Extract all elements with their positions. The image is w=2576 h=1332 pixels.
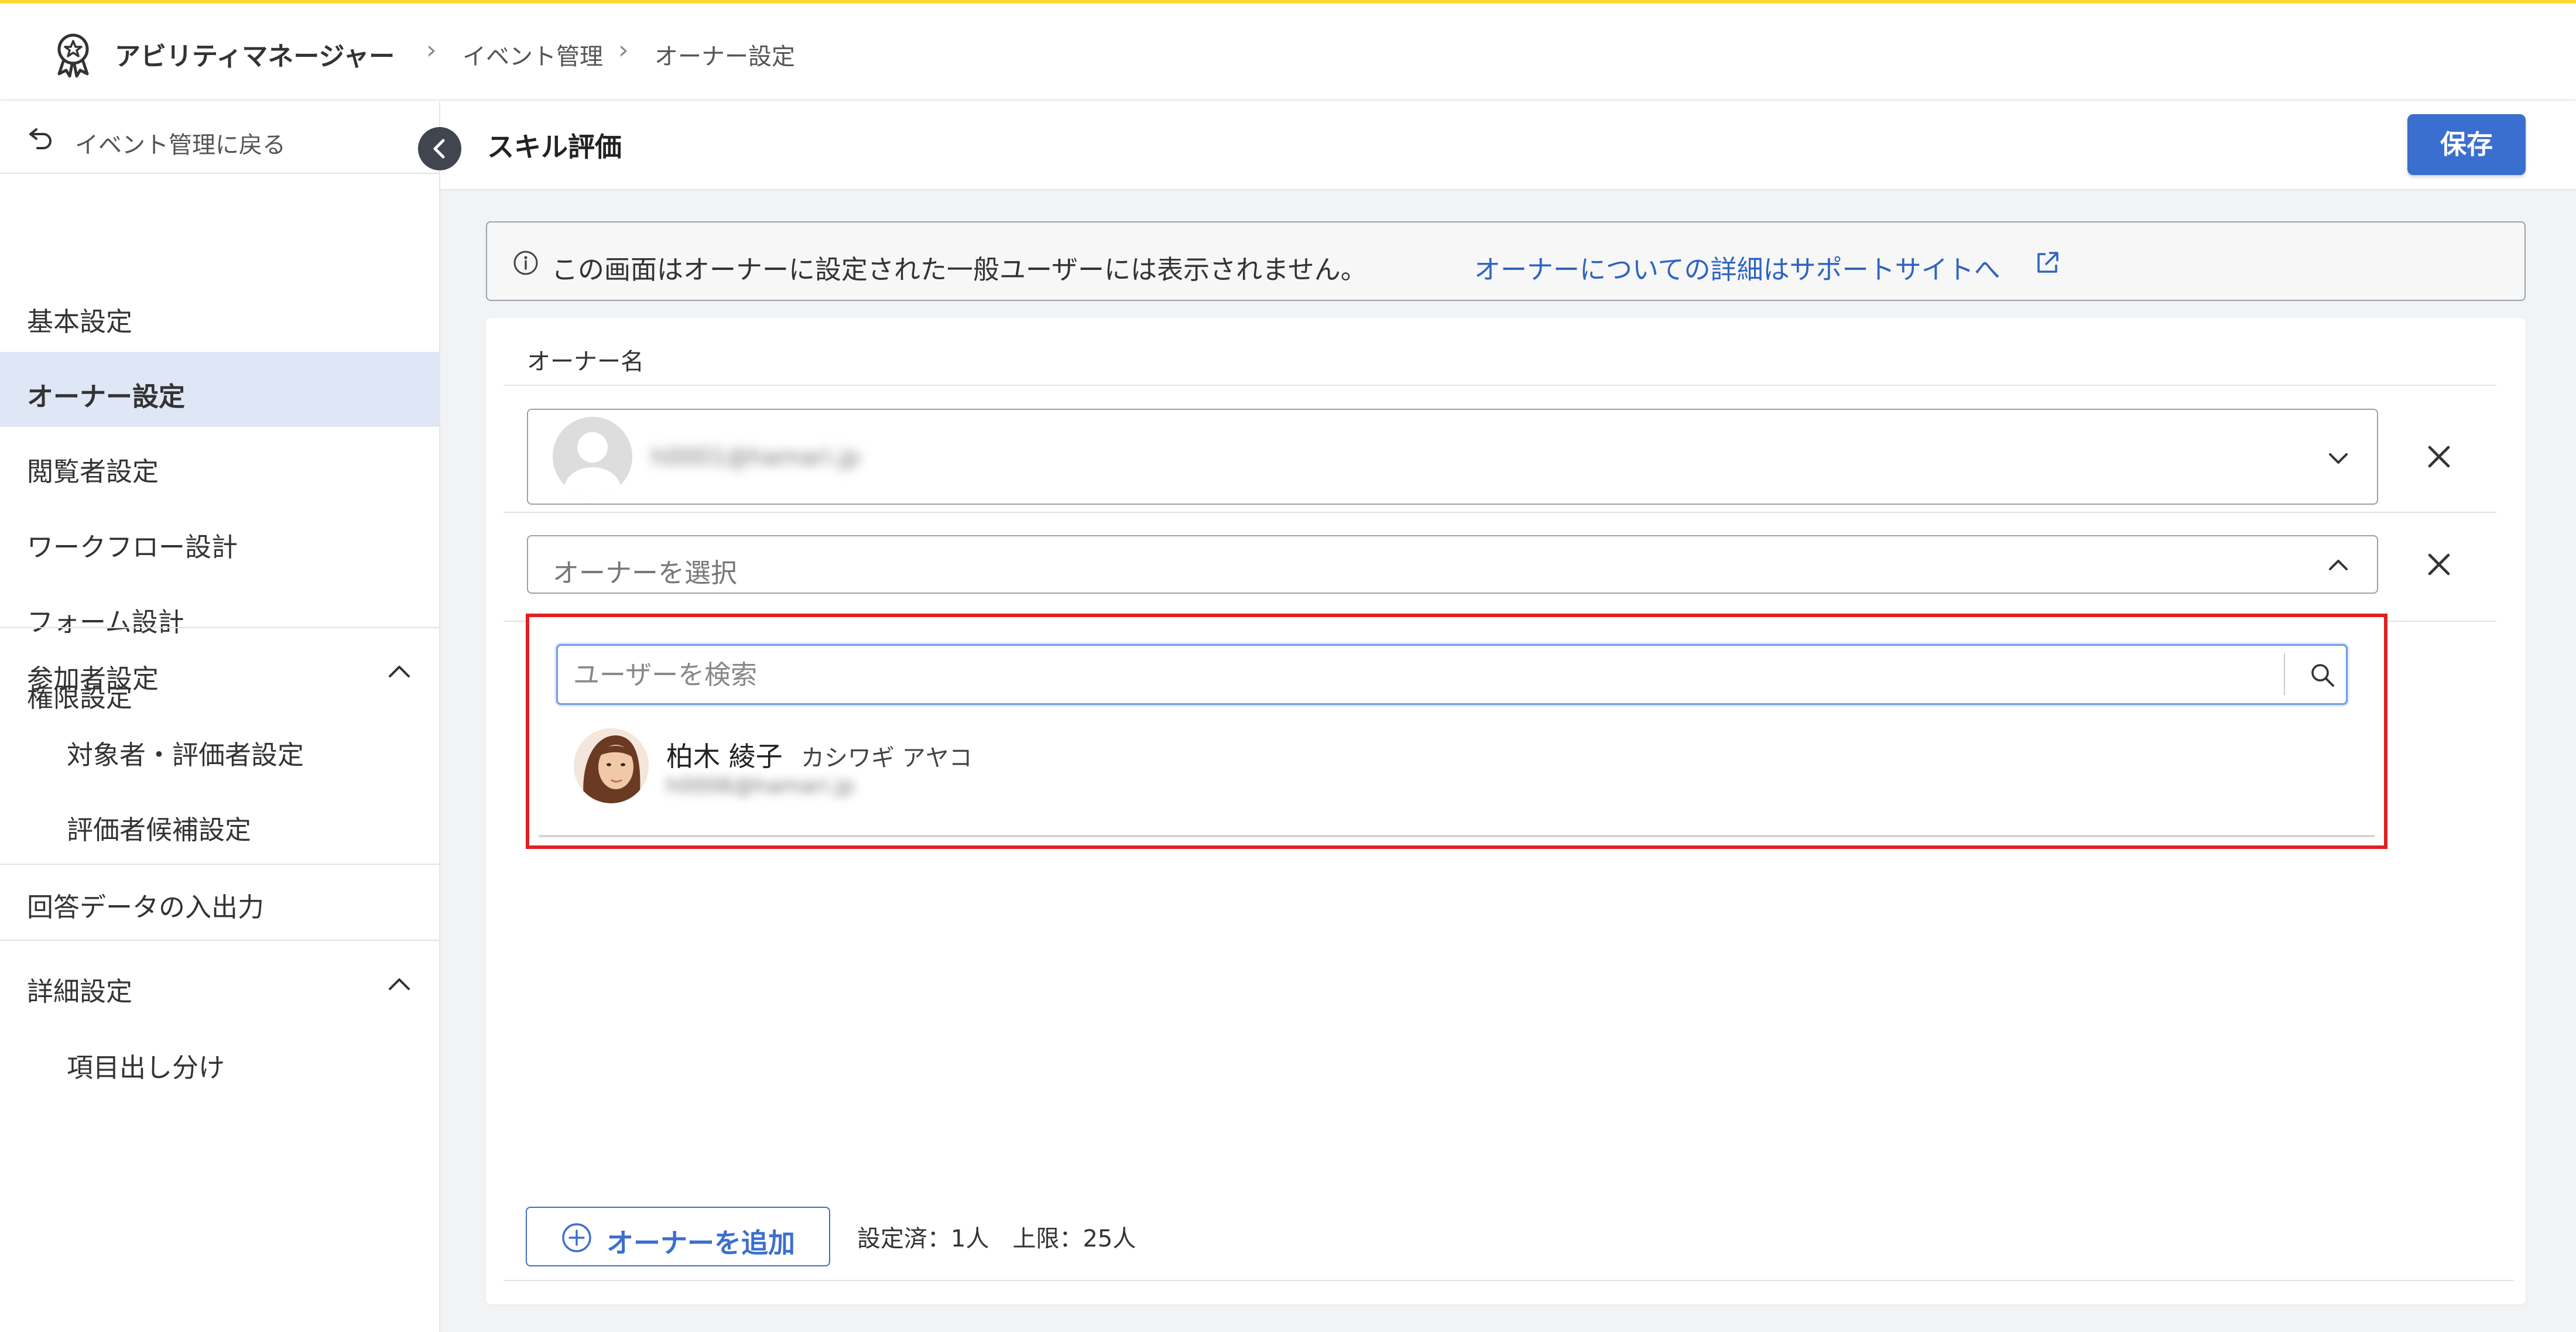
sidebar-item-target-evaluator-settings[interactable]: 対象者・評価者設定 [0, 710, 439, 785]
sidebar-item-label: 基本設定 [27, 306, 133, 337]
owner-select-filled[interactable]: h0001@hamari.jp [527, 409, 2378, 505]
sidebar-item-label: 評価者候補設定 [67, 814, 252, 845]
close-icon[interactable] [2421, 547, 2457, 582]
sidebar: イベント管理に戻る 基本設定 オーナー設定 閲覧者設定 ワークフロー設計 フォー… [0, 101, 440, 1332]
breadcrumb-separator: › [618, 35, 629, 65]
sidebar-item-answer-data-io[interactable]: 回答データの入出力 [0, 862, 439, 937]
chevron-down-icon[interactable] [2324, 444, 2352, 472]
user-kana: カシワギ アヤコ [801, 745, 972, 772]
divider [503, 512, 2496, 513]
user-search-box[interactable] [556, 644, 2348, 705]
info-icon [513, 251, 538, 275]
back-label: イベント管理に戻る [75, 132, 286, 159]
sidebar-item-label: 項目出し分け [67, 1052, 225, 1083]
sidebar-item-label: 回答データの入出力 [27, 892, 265, 923]
sidebar-item-label: 参加者設定 [27, 663, 159, 694]
divider [503, 385, 2496, 386]
sidebar-item-label: 詳細設定 [27, 976, 133, 1007]
user-search-input[interactable] [573, 656, 2271, 693]
breadcrumb-separator: › [426, 35, 437, 65]
chevron-up-icon [389, 978, 410, 990]
sidebar-item-label: オーナー設定 [27, 381, 186, 412]
sidebar-item-advanced-settings[interactable]: 詳細設定 [0, 947, 439, 1022]
search-icon[interactable] [2308, 661, 2337, 689]
sidebar-divider [0, 627, 439, 628]
notice-banner: この画面はオーナーに設定された一般ユーザーには表示されません。 オーナーについて… [486, 221, 2526, 301]
sidebar-item-viewer-settings[interactable]: 閲覧者設定 [0, 427, 439, 502]
user-name: 柏木 綾子 [666, 741, 783, 772]
back-to-event-management[interactable]: イベント管理に戻る [0, 101, 439, 174]
chevron-left-icon [433, 139, 445, 159]
add-owner-label: オーナーを追加 [607, 1227, 795, 1259]
chevron-up-icon [389, 666, 410, 677]
chevron-up-icon[interactable] [2324, 552, 2352, 580]
notice-text: この画面はオーナーに設定された一般ユーザーには表示されません。 [551, 254, 1367, 285]
breadcrumb-event-management[interactable]: イベント管理 [463, 37, 603, 71]
sidebar-item-label: 対象者・評価者設定 [67, 739, 304, 771]
sidebar-item-basic-settings[interactable]: 基本設定 [0, 277, 439, 352]
sidebar-item-label: ワークフロー設計 [27, 532, 238, 563]
owner-select-empty[interactable]: オーナーを選択 [527, 535, 2378, 594]
dropdown-shadow [539, 835, 2375, 837]
owner-select-placeholder: オーナーを選択 [553, 557, 738, 588]
sidebar-item-field-visibility[interactable]: 項目出し分け [0, 1023, 439, 1098]
user-email: h0006@hamari.jp [666, 774, 855, 798]
owner-email: h0001@hamari.jp [651, 444, 861, 471]
user-avatar [574, 728, 649, 803]
sidebar-item-evaluator-candidate-settings[interactable]: 評価者候補設定 [0, 785, 439, 860]
divider [503, 1280, 2514, 1281]
sidebar-divider [0, 940, 439, 941]
user-search-dropdown: 柏木 綾子 カシワギ アヤコ h0006@hamari.jp [526, 614, 2387, 849]
page-title: スキル評価 [487, 131, 622, 163]
support-site-link[interactable]: オーナーについての詳細はサポートサイトへ [1474, 248, 2000, 286]
sidebar-item-participant-settings[interactable]: 参加者設定 [0, 634, 439, 709]
top-bar: アビリティマネージャー › イベント管理 › オーナー設定 [0, 0, 2576, 100]
search-separator [2284, 653, 2285, 695]
undo-arrow-icon [29, 128, 52, 149]
owner-count-text: 設定済：1人 上限：25人 [857, 1225, 1136, 1252]
user-option[interactable]: 柏木 綾子 カシワギ アヤコ h0006@hamari.jp [539, 721, 2375, 822]
plus-circle-icon [562, 1223, 591, 1252]
external-link-icon[interactable] [2034, 249, 2061, 276]
sidebar-item-label: フォーム設計 [27, 607, 184, 638]
close-icon[interactable] [2421, 439, 2457, 474]
save-button[interactable]: 保存 [2407, 114, 2526, 175]
sidebar-collapse-button[interactable] [418, 127, 461, 170]
breadcrumb-owner-settings: オーナー設定 [655, 43, 795, 70]
avatar [553, 417, 632, 496]
add-owner-button[interactable]: オーナーを追加 [526, 1207, 830, 1266]
sidebar-item-owner-settings[interactable]: オーナー設定 [0, 352, 439, 427]
sidebar-item-label: 閲覧者設定 [27, 456, 159, 487]
owner-name-heading: オーナー名 [527, 348, 644, 375]
main-header: スキル評価 保存 [440, 101, 2576, 190]
app-title: アビリティマネージャー [115, 42, 395, 71]
sidebar-item-workflow-design[interactable]: ワークフロー設計 [0, 502, 439, 577]
ribbon-logo-icon [57, 33, 89, 78]
